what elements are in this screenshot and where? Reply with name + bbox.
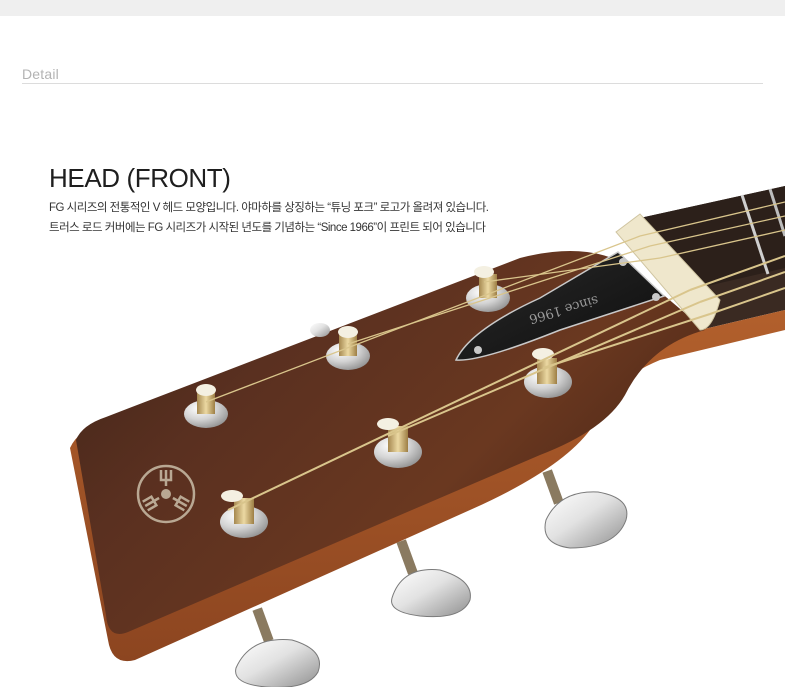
head-description-line-1: FG 시리즈의 전통적인 V 헤드 모양입니다. 야마하를 상징하는 “튜닝 포… <box>49 202 489 214</box>
truss-rod-screw <box>474 346 482 354</box>
head-front-title: HEAD (FRONT) <box>49 163 231 193</box>
truss-rod-screw <box>652 293 660 301</box>
tuner-button-partial <box>310 323 330 337</box>
head-description-line-2: 트러스 로드 커버에는 FG 시리즈가 시작된 년도를 기념하는 “Since … <box>49 222 486 234</box>
tuner-button <box>235 607 320 687</box>
tuner-button <box>542 469 628 549</box>
guitar-head-image: since 1966 <box>70 186 785 687</box>
tuner-button <box>391 539 471 618</box>
truss-rod-screw <box>619 258 627 266</box>
